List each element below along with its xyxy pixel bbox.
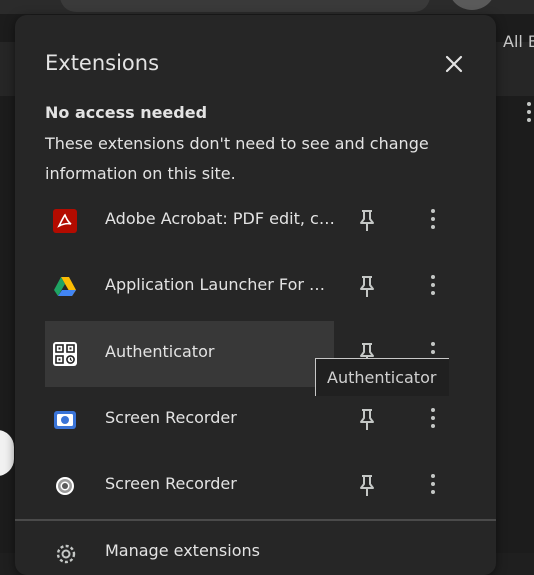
more-options-icon[interactable] xyxy=(428,408,438,434)
gear-icon xyxy=(51,539,81,569)
qr-code-icon xyxy=(53,342,77,366)
close-icon xyxy=(445,55,463,73)
extension-name: Adobe Acrobat: PDF edit, convert, sign t… xyxy=(105,209,337,228)
extensions-menu-panel: Extensions No access needed These extens… xyxy=(15,15,496,575)
panel-title: Extensions xyxy=(45,51,160,75)
extension-name: Authenticator xyxy=(105,342,215,361)
more-options-icon[interactable] xyxy=(428,275,438,301)
side-panel-handle[interactable] xyxy=(0,430,14,476)
pin-icon[interactable] xyxy=(356,274,378,300)
pin-icon[interactable] xyxy=(356,407,378,433)
pin-icon[interactable] xyxy=(356,473,378,499)
address-bar[interactable] xyxy=(60,0,430,12)
tooltip: Authenticator xyxy=(315,358,449,396)
manage-extensions-label: Manage extensions xyxy=(105,541,260,560)
more-options-icon[interactable] xyxy=(428,209,438,235)
tooltip-text: Authenticator xyxy=(327,368,437,387)
more-options-icon[interactable] xyxy=(428,474,438,500)
screen-recorder-blue-icon xyxy=(53,408,77,432)
extension-row[interactable]: Adobe Acrobat: PDF edit, convert, sign t… xyxy=(45,188,485,254)
manage-extensions-button[interactable]: Manage extensions xyxy=(45,535,465,575)
screen-recorder-gray-icon xyxy=(53,474,77,498)
extension-row[interactable]: Screen Recorder xyxy=(45,453,485,519)
extension-name: Screen Recorder xyxy=(105,408,237,427)
pin-icon[interactable] xyxy=(356,208,378,234)
adobe-acrobat-icon xyxy=(53,209,77,233)
section-heading: No access needed xyxy=(45,103,208,122)
close-button[interactable] xyxy=(439,49,469,79)
all-bookmarks-label[interactable]: All B xyxy=(503,32,534,51)
extension-row[interactable]: Application Launcher For Drive (by Googl… xyxy=(45,254,485,320)
section-description: These extensions don't need to see and c… xyxy=(45,134,429,183)
extension-name: Screen Recorder xyxy=(105,474,237,493)
extension-name: Application Launcher For Drive (by Googl… xyxy=(105,275,337,294)
google-drive-icon xyxy=(53,275,77,299)
extension-row[interactable]: Screen Recorder xyxy=(45,387,485,453)
divider xyxy=(15,519,496,521)
page-menu-kebab-icon[interactable] xyxy=(526,102,532,124)
